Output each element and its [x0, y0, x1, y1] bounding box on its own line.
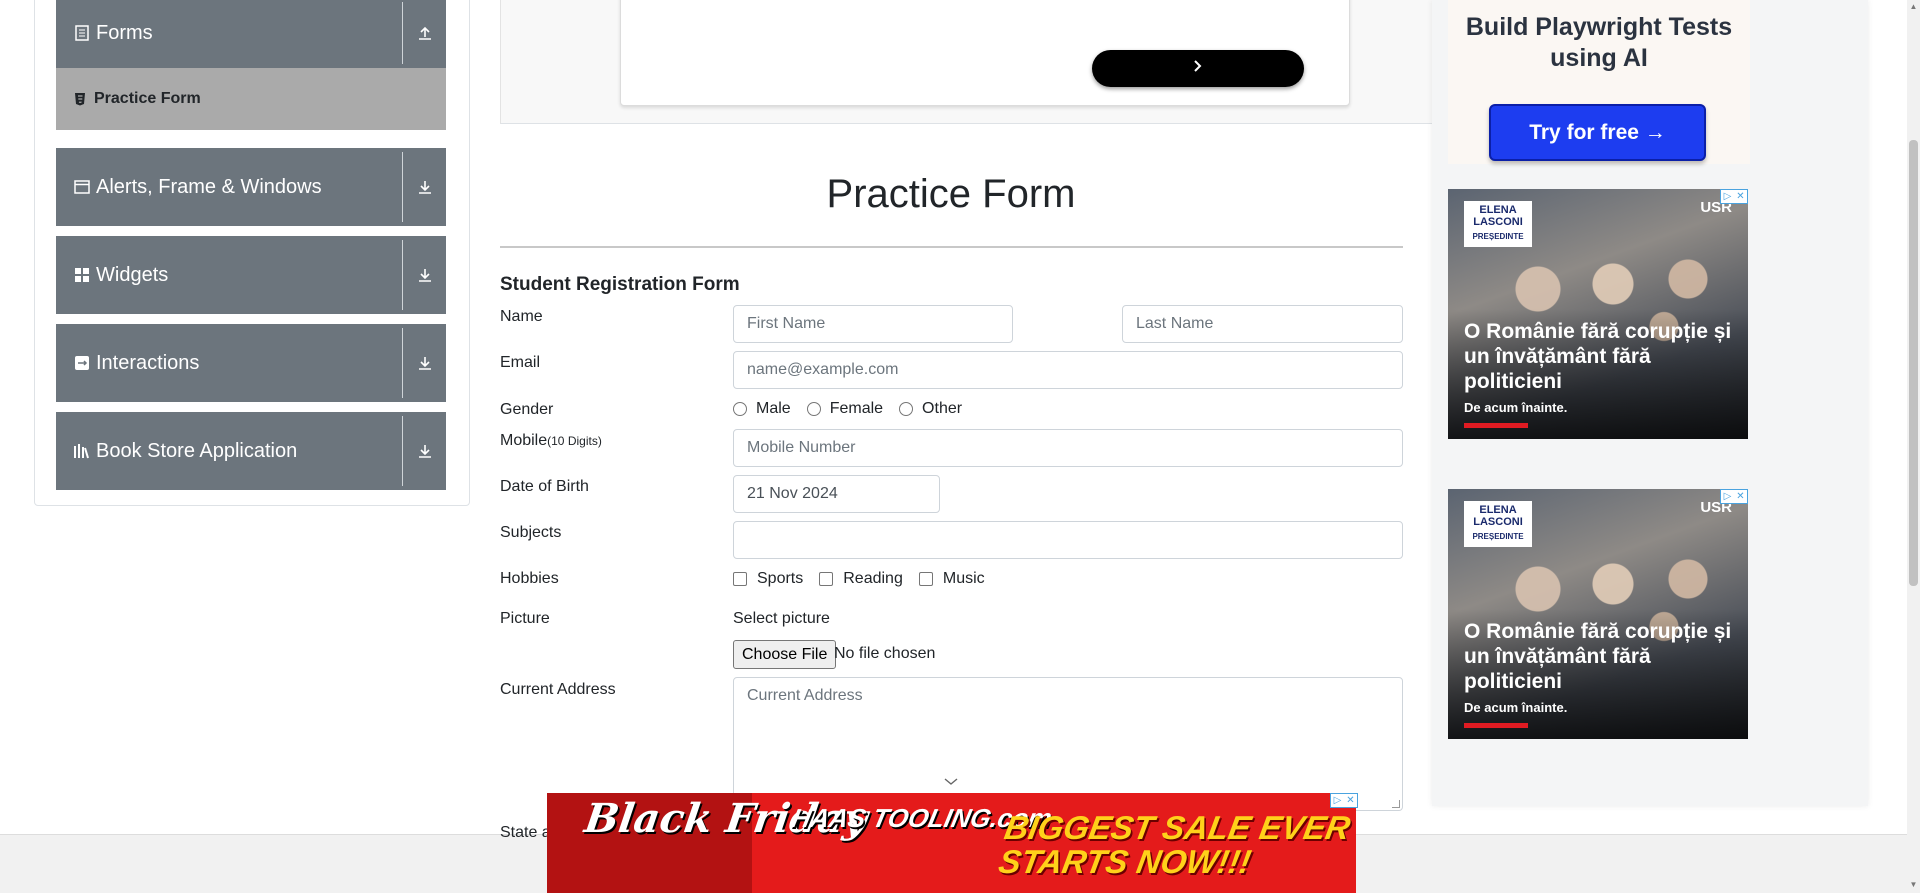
- checkbox-label: Music: [942, 570, 985, 587]
- grid-icon: [72, 265, 92, 285]
- sidebar-group-label: Interactions: [96, 351, 200, 374]
- chevron-right-icon: [1192, 59, 1204, 78]
- textarea-placeholder: Current Address: [747, 687, 863, 704]
- picture-label: Picture: [500, 610, 550, 627]
- collapse-icon[interactable]: [403, 0, 446, 68]
- ad-info-icon[interactable]: ▷: [1331, 794, 1344, 807]
- divider: [500, 246, 1403, 248]
- page-scrollbar[interactable]: ▲ ▼: [1907, 0, 1920, 893]
- html-icon: [72, 91, 88, 107]
- sidebar-group-label: Alerts, Frame & Windows: [96, 175, 322, 198]
- hobby-checkbox-sports[interactable]: [733, 572, 747, 586]
- next-button[interactable]: [1092, 50, 1304, 87]
- banner-sale-text: BIGGEST SALE EVER STARTS NOW!!!: [995, 809, 1354, 880]
- banner-ad-choices[interactable]: ▷ ✕: [1330, 793, 1358, 808]
- select-picture-label: Select picture: [733, 610, 830, 627]
- ad-headline: O Românie fără corupție și un învățământ…: [1464, 620, 1732, 693]
- ad-choices[interactable]: ▷ ✕: [1720, 189, 1748, 204]
- choose-file-button[interactable]: Choose File: [733, 640, 837, 669]
- hobby-checkbox-reading[interactable]: [819, 572, 834, 586]
- scroll-up-icon[interactable]: ▲: [1909, 2, 1918, 11]
- ad-title: Build Playwright Tests using AI: [1465, 13, 1733, 72]
- scroll-down-icon[interactable]: ▼: [1909, 880, 1918, 889]
- radio-label: Male: [756, 400, 791, 417]
- try-for-free-button[interactable]: Try for free →: [1489, 104, 1706, 161]
- ad-accent-bar: [1464, 423, 1528, 428]
- mobile-input[interactable]: Mobile Number: [733, 429, 1403, 467]
- sidebar-group-book-store[interactable]: Book Store Application: [56, 412, 446, 490]
- document-icon: [72, 23, 92, 43]
- sidebar-item-practice-form[interactable]: Practice Form: [56, 68, 446, 130]
- resize-handle[interactable]: [1392, 800, 1400, 808]
- first-name-input[interactable]: First Name: [733, 305, 1013, 343]
- ad-headline: O Românie fără corupție și un învățământ…: [1464, 320, 1732, 393]
- interaction-icon: [72, 353, 92, 373]
- hobby-checkbox-music[interactable]: [918, 572, 933, 586]
- sidebar-group-alerts[interactable]: Alerts, Frame & Windows: [56, 148, 446, 226]
- sidebar-group-label: Book Store Application: [96, 439, 298, 462]
- last-name-input[interactable]: Last Name: [1122, 305, 1403, 343]
- ad-choices[interactable]: ▷ ✕: [1720, 489, 1748, 504]
- ad-badge: ELENA LASCONI PREȘEDINTE: [1464, 201, 1532, 247]
- subjects-input[interactable]: [733, 521, 1403, 559]
- hobbies-checkbox-group: Sports Reading Music: [733, 570, 985, 588]
- expand-icon[interactable]: [403, 236, 446, 314]
- mobile-label: Mobile(10 Digits): [500, 432, 602, 450]
- sidebar-group-forms[interactable]: Forms: [56, 0, 446, 68]
- current-address-textarea[interactable]: Current Address: [733, 677, 1403, 811]
- sidebar-group-label: Forms: [96, 21, 153, 44]
- hobbies-label: Hobbies: [500, 570, 559, 587]
- subjects-label: Subjects: [500, 524, 562, 541]
- radio-label: Female: [829, 400, 884, 417]
- close-icon[interactable]: ✕: [1734, 190, 1747, 203]
- badge-role: PREȘEDINTE: [1472, 532, 1524, 541]
- close-icon[interactable]: ✕: [1344, 794, 1357, 807]
- email-input[interactable]: name@example.com: [733, 351, 1403, 389]
- badge-name: ELENA LASCONI: [1473, 204, 1523, 228]
- ad-badge: ELENA LASCONI PREȘEDINTE: [1464, 501, 1532, 547]
- gender-radio-male[interactable]: [733, 402, 747, 416]
- expand-icon[interactable]: [403, 148, 446, 226]
- campaign-ad[interactable]: ELENA LASCONI PREȘEDINTE USR O Românie f…: [1448, 189, 1748, 439]
- scroll-thumb[interactable]: [1909, 140, 1918, 586]
- badge-role: PREȘEDINTE: [1472, 232, 1524, 241]
- expand-icon[interactable]: [403, 412, 446, 490]
- radio-label: Other: [922, 400, 963, 417]
- page-title: Practice Form: [826, 172, 1076, 216]
- gender-label: Gender: [500, 401, 554, 418]
- close-icon[interactable]: ✕: [1734, 490, 1747, 503]
- form-subtitle: Student Registration Form: [500, 274, 740, 295]
- badge-name: ELENA LASCONI: [1473, 504, 1523, 528]
- mobile-hint: (10 Digits): [547, 434, 602, 448]
- current-address-label: Current Address: [500, 681, 616, 698]
- black-friday-banner-ad[interactable]: Black Friday HAAS TOOLING.com BIGGEST SA…: [547, 793, 1356, 893]
- ad-subline: De acum înainte.: [1464, 700, 1568, 715]
- sidebar-item-label: Practice Form: [94, 90, 201, 107]
- ad-accent-bar: [1464, 723, 1528, 728]
- gender-radio-other[interactable]: [899, 402, 914, 416]
- ad-info-icon[interactable]: ▷: [1721, 490, 1734, 503]
- dob-label: Date of Birth: [500, 478, 589, 495]
- campaign-ad[interactable]: ELENA LASCONI PREȘEDINTE USR O Românie f…: [1448, 489, 1748, 739]
- checkbox-label: Reading: [843, 570, 903, 587]
- gender-radio-female[interactable]: [806, 402, 821, 416]
- books-icon: [72, 441, 92, 461]
- expand-icon[interactable]: [403, 324, 446, 402]
- playwright-ad[interactable]: Build Playwright Tests using AI Try for …: [1448, 0, 1750, 164]
- state-city-label: State a: [500, 824, 551, 841]
- ad-info-icon[interactable]: ▷: [1721, 190, 1734, 203]
- dob-input[interactable]: 21 Nov 2024: [733, 475, 940, 513]
- mobile-label-text: Mobile: [500, 432, 548, 449]
- checkbox-label: Sports: [757, 570, 804, 587]
- name-label: Name: [500, 308, 543, 325]
- window-icon: [72, 177, 92, 197]
- chevron-down-icon: [944, 775, 958, 789]
- file-status-text: No file chosen: [834, 645, 936, 662]
- ad-subline: De acum înainte.: [1464, 400, 1568, 415]
- email-label: Email: [500, 354, 541, 371]
- gender-radio-group: Male Female Other: [733, 400, 962, 418]
- sidebar-group-interactions[interactable]: Interactions: [56, 324, 446, 402]
- sidebar-group-widgets[interactable]: Widgets: [56, 236, 446, 314]
- sidebar-group-label: Widgets: [96, 263, 169, 286]
